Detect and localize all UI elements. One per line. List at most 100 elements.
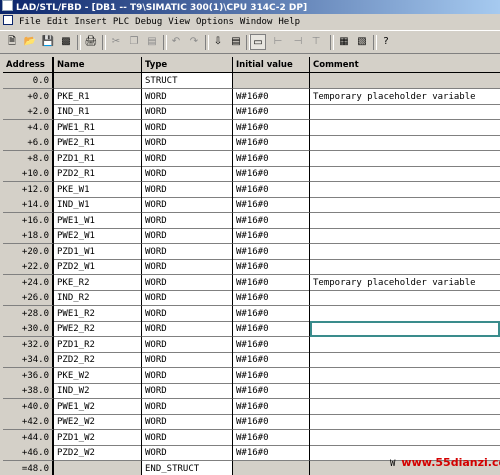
comment-cell[interactable] — [310, 197, 500, 213]
name-cell[interactable]: IND_R1 — [54, 104, 142, 120]
type-cell[interactable]: WORD — [142, 445, 233, 461]
type-cell[interactable]: WORD — [142, 104, 233, 120]
comment-cell[interactable] — [310, 151, 500, 167]
initial-value-cell[interactable]: W#16#0 — [233, 290, 310, 306]
menu-window[interactable]: Window — [237, 14, 276, 30]
name-cell[interactable]: PWE1_W1 — [54, 212, 142, 229]
type-cell[interactable]: END_STRUCT — [142, 460, 233, 475]
comment-cell[interactable] — [310, 306, 500, 322]
close-branch-icon[interactable]: ⊤ — [308, 34, 324, 50]
name-cell[interactable]: PZD1_W2 — [54, 429, 142, 446]
name-cell[interactable]: PWE2_W1 — [54, 228, 142, 244]
comment-cell[interactable] — [310, 368, 500, 384]
type-cell[interactable]: WORD — [142, 305, 233, 322]
comment-cell[interactable] — [310, 352, 500, 368]
type-cell[interactable]: WORD — [142, 197, 233, 213]
initial-value-cell[interactable]: W#16#0 — [233, 305, 310, 322]
initial-value-cell[interactable] — [233, 460, 310, 475]
comment-cell[interactable] — [310, 166, 500, 182]
type-cell[interactable]: WORD — [142, 150, 233, 167]
overview-icon[interactable]: ▭ — [250, 34, 266, 50]
initial-value-cell[interactable]: W#16#0 — [233, 414, 310, 430]
initial-value-cell[interactable]: W#16#0 — [233, 104, 310, 120]
new-icon[interactable]: 🗎 — [4, 34, 20, 50]
name-cell[interactable]: PKE_W1 — [54, 181, 142, 198]
header-name[interactable]: Name — [54, 57, 142, 73]
paste-icon[interactable]: ▤ — [144, 34, 160, 50]
comment-cell[interactable]: Temporary placeholder variable — [310, 89, 500, 105]
save-alt-icon[interactable]: ▩ — [58, 34, 74, 50]
initial-value-cell[interactable]: W#16#0 — [233, 383, 310, 399]
comment-cell[interactable] — [310, 120, 500, 136]
menu-plc[interactable]: PLC — [110, 14, 132, 30]
comment-cell[interactable] — [310, 321, 500, 337]
redo-icon[interactable]: ↷ — [186, 34, 202, 50]
type-cell[interactable]: WORD — [142, 414, 233, 430]
declaration-icon[interactable]: ▦ — [336, 34, 352, 50]
menu-help[interactable]: Help — [275, 14, 303, 30]
initial-value-cell[interactable]: W#16#0 — [233, 429, 310, 446]
name-cell[interactable]: PKE_W2 — [54, 367, 142, 384]
initial-value-cell[interactable]: W#16#0 — [233, 166, 310, 182]
name-cell[interactable]: IND_R2 — [54, 290, 142, 306]
type-cell[interactable]: WORD — [142, 336, 233, 353]
copy-icon[interactable]: ❐ — [126, 34, 142, 50]
type-cell[interactable]: WORD — [142, 259, 233, 275]
type-cell[interactable]: WORD — [142, 88, 233, 105]
document-icon[interactable] — [3, 15, 13, 25]
header-comment[interactable]: Comment — [310, 57, 500, 73]
type-cell[interactable]: WORD — [142, 429, 233, 446]
type-cell[interactable]: WORD — [142, 398, 233, 415]
initial-value-cell[interactable]: W#16#0 — [233, 274, 310, 291]
initial-value-cell[interactable]: W#16#0 — [233, 135, 310, 151]
comment-cell[interactable] — [310, 135, 500, 151]
initial-value-cell[interactable]: W#16#0 — [233, 197, 310, 213]
header-address[interactable]: Address — [3, 57, 54, 73]
header-initial-value[interactable]: Initial value — [233, 57, 310, 73]
name-cell[interactable]: PZD2_R2 — [54, 352, 142, 368]
menu-debug[interactable]: Debug — [132, 14, 165, 30]
comment-cell[interactable] — [310, 213, 500, 229]
type-cell[interactable]: WORD — [142, 181, 233, 198]
open-icon[interactable]: 📂 — [22, 34, 38, 50]
comment-cell[interactable]: Temporary placeholder variable — [310, 275, 500, 291]
comment-cell[interactable] — [310, 259, 500, 275]
type-cell[interactable]: WORD — [142, 290, 233, 306]
type-cell[interactable]: WORD — [142, 367, 233, 384]
initial-value-cell[interactable]: W#16#0 — [233, 352, 310, 368]
comment-cell[interactable] — [310, 73, 500, 89]
initial-value-cell[interactable]: W#16#0 — [233, 367, 310, 384]
name-cell[interactable]: PZD2_W1 — [54, 259, 142, 275]
name-cell[interactable]: IND_W1 — [54, 197, 142, 213]
cut-icon[interactable]: ✂ — [108, 34, 124, 50]
name-cell[interactable]: PZD2_R1 — [54, 166, 142, 182]
initial-value-cell[interactable]: W#16#0 — [233, 259, 310, 275]
menu-file[interactable]: File — [16, 14, 44, 30]
menu-insert[interactable]: Insert — [71, 14, 110, 30]
help-icon[interactable]: ? — [378, 34, 394, 50]
name-cell[interactable]: PWE2_R1 — [54, 135, 142, 151]
initial-value-cell[interactable]: W#16#0 — [233, 119, 310, 136]
menu-options[interactable]: Options — [193, 14, 237, 30]
details-icon[interactable]: ▧ — [354, 34, 370, 50]
initial-value-cell[interactable]: W#16#0 — [233, 212, 310, 229]
comment-cell[interactable] — [310, 182, 500, 198]
initial-value-cell[interactable]: W#16#0 — [233, 321, 310, 337]
initial-value-cell[interactable]: W#16#0 — [233, 228, 310, 244]
initial-value-cell[interactable]: W#16#0 — [233, 445, 310, 461]
initial-value-cell[interactable]: W#16#0 — [233, 336, 310, 353]
comment-cell[interactable] — [310, 430, 500, 446]
initial-value-cell[interactable]: W#16#0 — [233, 398, 310, 415]
menu-view[interactable]: View — [165, 14, 193, 30]
name-cell[interactable] — [54, 460, 142, 475]
type-cell[interactable]: WORD — [142, 228, 233, 244]
network-icon[interactable]: ⊢ — [270, 34, 286, 50]
type-cell[interactable]: WORD — [142, 274, 233, 291]
name-cell[interactable] — [54, 73, 142, 89]
branch-icon[interactable]: ⊣ — [290, 34, 306, 50]
menu-edit[interactable]: Edit — [44, 14, 72, 30]
comment-cell[interactable] — [310, 244, 500, 260]
name-cell[interactable]: PWE1_W2 — [54, 398, 142, 415]
comment-cell[interactable] — [310, 337, 500, 353]
initial-value-cell[interactable]: W#16#0 — [233, 88, 310, 105]
